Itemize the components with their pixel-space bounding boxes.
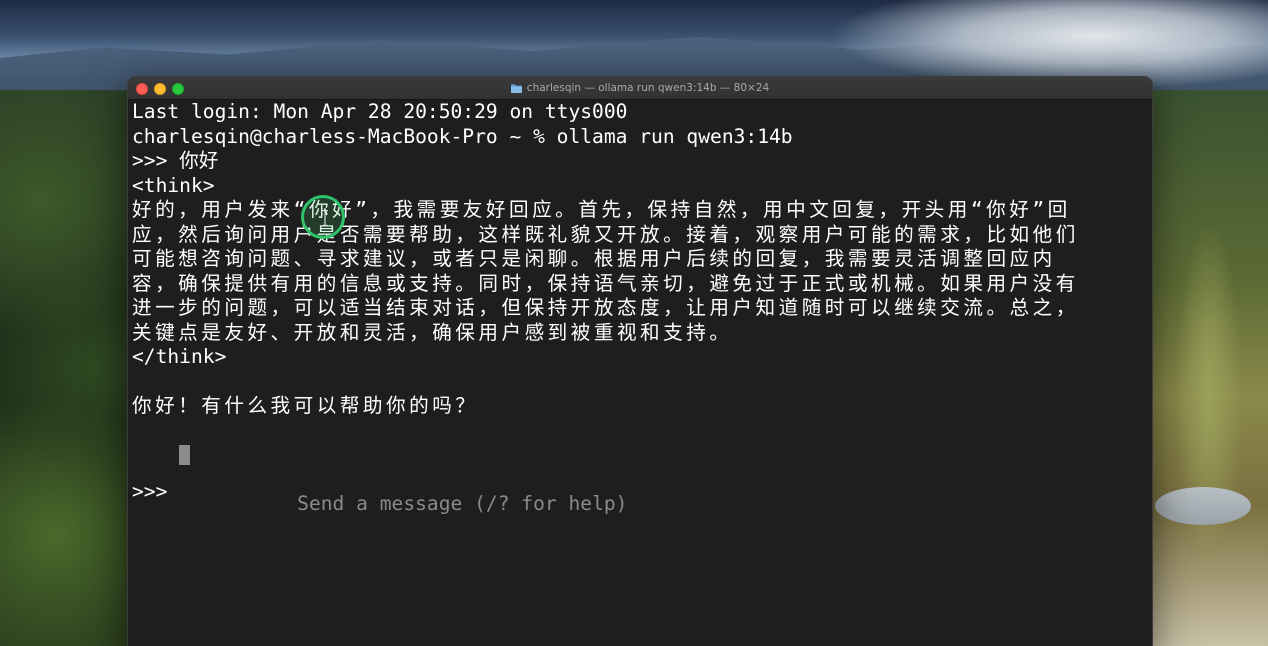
think-content: 好的，用户发来“你好”，我需要友好回应。首先，保持自然，用中文回复，开头用“你好…: [132, 198, 1079, 344]
assistant-reply: 你好！有什么我可以帮助你的吗？: [132, 394, 479, 417]
terminal-window[interactable]: charlesqin — ollama run qwen3:14b — 80×2…: [127, 76, 1153, 646]
shell-command-line: charlesqin@charless-MacBook-Pro ~ % olla…: [132, 124, 793, 148]
window-title: charlesqin — ollama run qwen3:14b — 80×2…: [526, 82, 770, 94]
desktop-wallpaper: charlesqin — ollama run qwen3:14b — 80×2…: [0, 0, 1268, 646]
wallpaper-pond: [1155, 487, 1251, 525]
wallpaper-hills: [1150, 90, 1268, 646]
window-title-area: charlesqin — ollama run qwen3:14b — 80×2…: [128, 77, 1152, 99]
user-message-line: >>> 你好: [132, 149, 219, 172]
think-open-tag: <think>: [132, 173, 215, 197]
think-close-tag: </think>: [132, 345, 227, 368]
input-area[interactable]: Send a message (/? for help): [179, 443, 627, 541]
text-cursor: [179, 445, 191, 465]
message-input[interactable]: >>> Send a message (/? for help): [132, 443, 1152, 541]
input-prompt: >>>: [132, 479, 180, 503]
window-titlebar[interactable]: charlesqin — ollama run qwen3:14b — 80×2…: [128, 77, 1152, 100]
last-login-line: Last login: Mon Apr 28 20:50:29 on ttys0…: [132, 100, 628, 123]
wallpaper-forest: [0, 90, 135, 646]
terminal-output[interactable]: Last login: Mon Apr 28 20:50:29 on ttys0…: [132, 100, 1152, 646]
input-placeholder: Send a message (/? for help): [297, 492, 628, 515]
folder-icon: [510, 84, 522, 93]
